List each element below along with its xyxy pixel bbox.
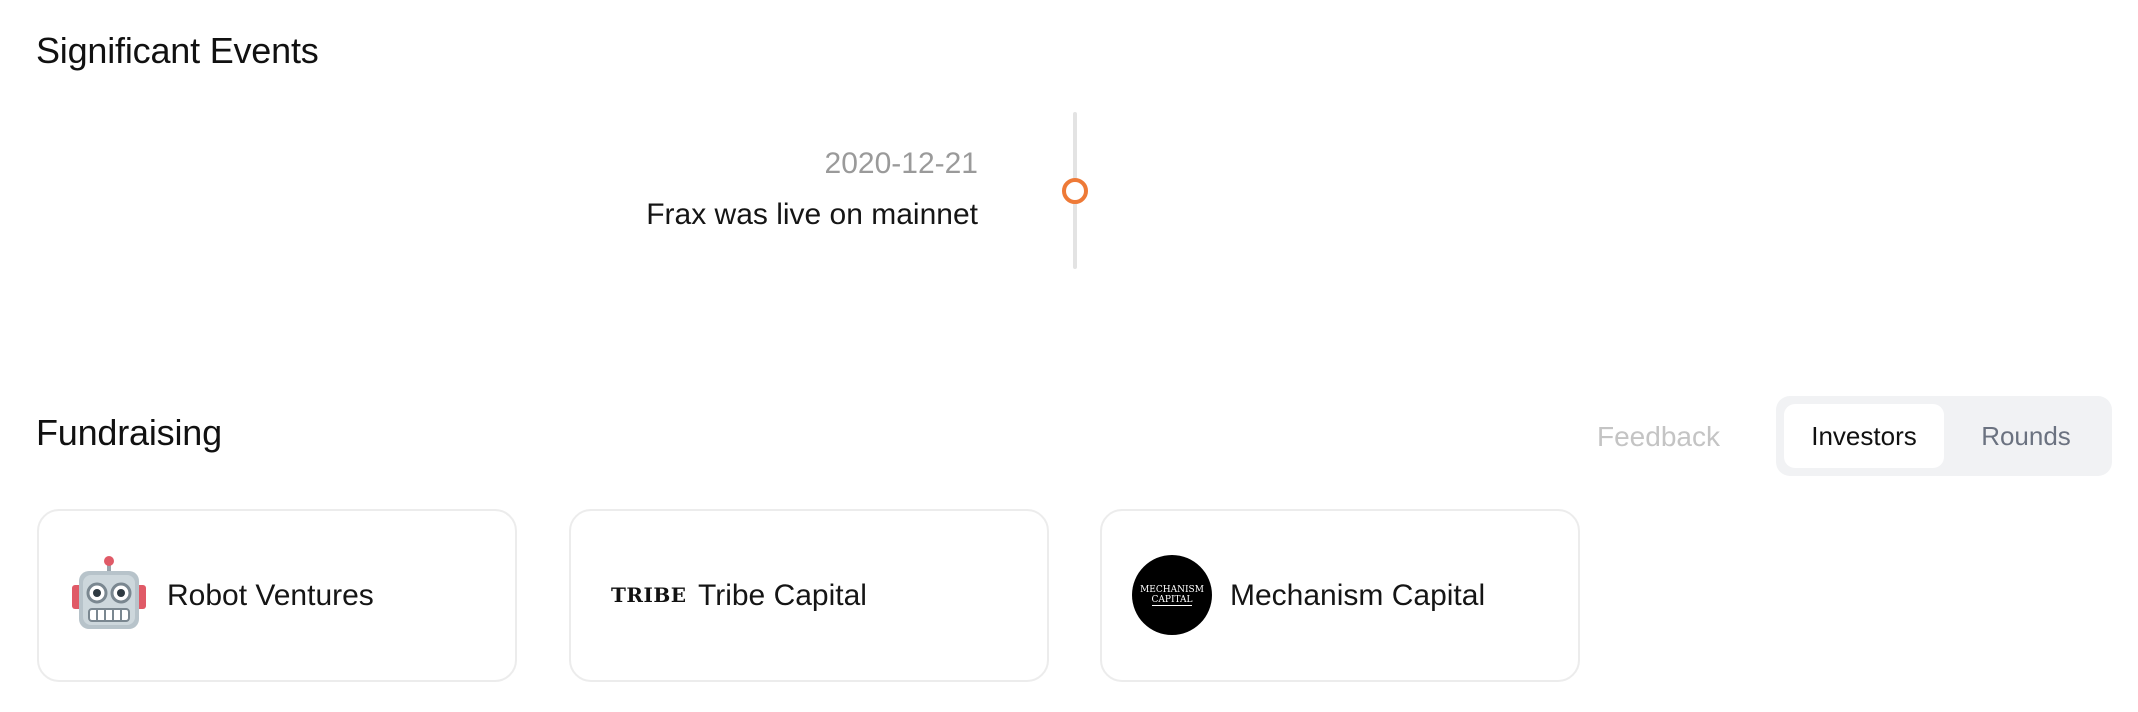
investor-name: Mechanism Capital (1230, 579, 1486, 612)
robot-icon (72, 556, 146, 629)
tab-rounds[interactable]: Rounds (1948, 404, 2104, 468)
tribe-logo: TRIBE (611, 583, 687, 607)
investor-name: Robot Ventures (167, 579, 374, 612)
timeline-dot (1062, 178, 1088, 204)
feedback-link[interactable]: Feedback (1597, 421, 1720, 453)
fundraising-title: Fundraising (36, 412, 222, 453)
investor-name: Tribe Capital (698, 579, 867, 612)
significant-events-title: Significant Events (36, 30, 319, 71)
investors-rounds-toggle: Investors Rounds (1776, 396, 2112, 476)
mechanism-logo: MECHANISM CAPITAL (1132, 555, 1212, 635)
event-date: 2020-12-21 (824, 147, 978, 180)
investor-card-mechanism-capital[interactable]: MECHANISM CAPITAL Mechanism Capital (1100, 509, 1580, 682)
event-description: Frax was live on mainnet (646, 198, 978, 231)
tab-investors[interactable]: Investors (1784, 404, 1944, 468)
investor-card-tribe-capital[interactable]: TRIBE Tribe Capital (569, 509, 1049, 682)
investor-card-robot-ventures[interactable]: Robot Ventures (37, 509, 517, 682)
